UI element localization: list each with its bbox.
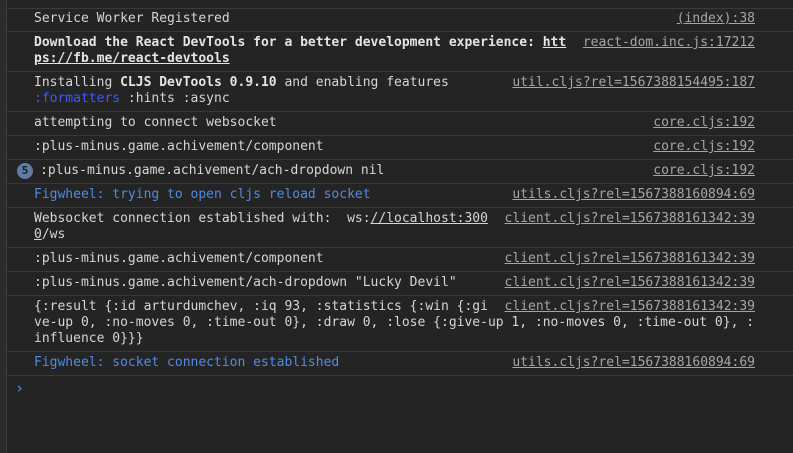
prompt-chevron-icon: › [15, 379, 25, 397]
console-message: core.cljs:192 attempting to connect webs… [7, 112, 793, 136]
source-link[interactable]: core.cljs:192 [653, 115, 755, 131]
message-text: attempting to connect websocket [34, 115, 277, 130]
source-link[interactable]: util.cljs?rel=1567388154495:187 [512, 75, 755, 91]
message-text: Figwheel: trying to open cljs reload soc… [34, 187, 371, 202]
message-bold-text: Download the React DevTools for a better… [34, 35, 543, 50]
message-text: :plus-minus.game.achivement/component [34, 251, 324, 266]
source-link[interactable]: react-dom.inc.js:17212 [583, 35, 755, 51]
console-message: utils.cljs?rel=1567388160894:69 Figwheel… [7, 352, 793, 376]
console-message: utils.cljs?rel=1567388160894:69 Figwheel… [7, 184, 793, 208]
console-message: client.cljs?rel=1567388161342:39 :plus-m… [7, 248, 793, 272]
message-text: Download the React DevTools for a better… [34, 35, 566, 66]
source-link[interactable]: utils.cljs?rel=1567388160894:69 [512, 187, 755, 203]
source-link[interactable]: client.cljs?rel=1567388161342:39 [505, 211, 755, 227]
message-text: Installing CLJS DevTools 0.9.10 and enab… [34, 75, 449, 106]
message-part: :hints :async [120, 91, 230, 106]
console-message: client.cljs?rel=1567388161342:39 Websock… [7, 208, 793, 248]
console-log: (index):38 Service Worker Registered rea… [7, 8, 793, 400]
message-text: :plus-minus.game.achivement/ach-dropdown… [40, 163, 385, 178]
message-text: Service Worker Registered [34, 11, 230, 26]
source-link[interactable]: client.cljs?rel=1567388161342:39 [505, 251, 755, 267]
console-message: (index):38 Service Worker Registered [7, 8, 793, 32]
source-link[interactable]: (index):38 [677, 11, 755, 27]
message-part: /ws [41, 227, 66, 242]
console-message: client.cljs?rel=1567388161342:39 :plus-m… [7, 272, 793, 296]
message-part: and enabling features [276, 75, 449, 90]
console-message: core.cljs:192 :plus-minus.game.achivemen… [7, 136, 793, 160]
source-link[interactable]: core.cljs:192 [653, 163, 755, 179]
source-link[interactable]: client.cljs?rel=1567388161342:39 [505, 275, 755, 291]
console-message: react-dom.inc.js:17212 Download the Reac… [7, 32, 793, 72]
source-link[interactable]: utils.cljs?rel=1567388160894:69 [512, 355, 755, 371]
console-message: 5 core.cljs:192 :plus-minus.game.achivem… [7, 160, 793, 184]
message-bold-text: CLJS DevTools 0.9.10 [120, 75, 277, 90]
repeat-count-badge: 5 [17, 163, 33, 179]
message-text: :plus-minus.game.achivement/component [34, 139, 324, 154]
console-message: client.cljs?rel=1567388161342:39 {:resul… [7, 296, 793, 352]
source-link[interactable]: client.cljs?rel=1567388161342:39 [505, 299, 755, 315]
console-prompt[interactable]: › [7, 376, 793, 400]
formatters-feature: :formatters [34, 91, 121, 106]
message-text: :plus-minus.game.achivement/ach-dropdown… [34, 275, 457, 290]
message-text: Websocket connection established with: w… [34, 211, 488, 242]
message-part: Websocket connection established with: w… [34, 211, 371, 226]
message-text: Figwheel: socket connection established [34, 355, 340, 370]
left-gutter [0, 0, 7, 453]
console-message: util.cljs?rel=1567388154495:187 Installi… [7, 72, 793, 112]
message-part: Installing [34, 75, 121, 90]
source-link[interactable]: core.cljs:192 [653, 139, 755, 155]
